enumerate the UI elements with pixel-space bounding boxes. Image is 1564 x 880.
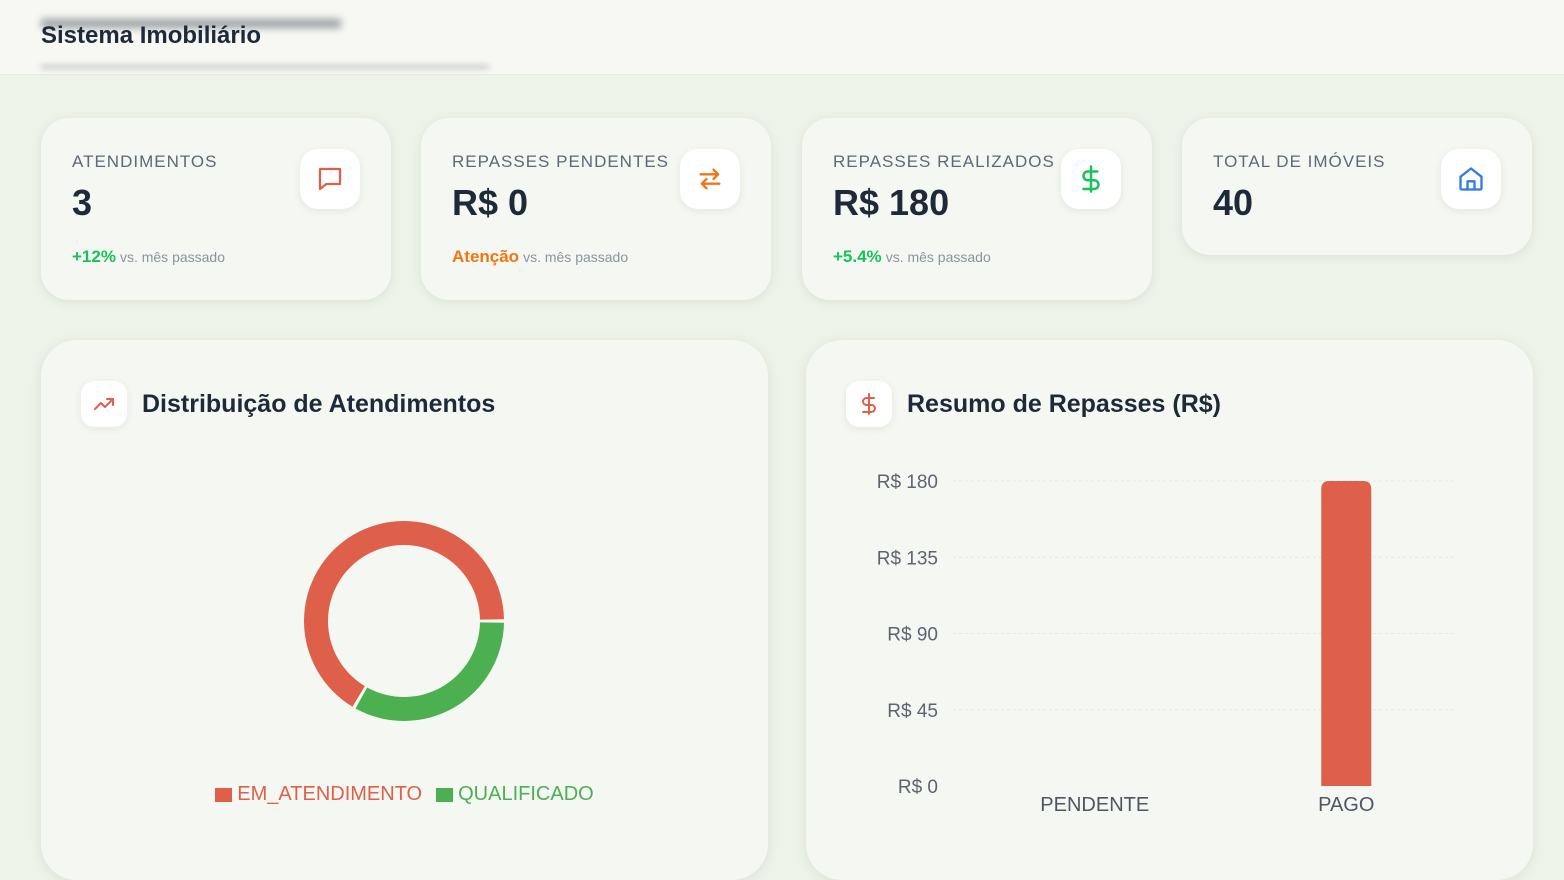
stat-card-atendimentos: ATENDIMENTOS 3 +12% vs. mês passado [41,118,391,300]
stat-value: R$ 0 [452,182,529,223]
stat-compare-text: vs. mês passado [885,249,991,265]
page-header: ▬▬▬▬▬▬▬▬▬▬ ▬▬▬▬▬▬▬▬▬▬▬▬▬▬▬▬▬▬▬▬▬▬▬▬▬▬▬▬▬… [0,0,1564,75]
stat-footnote: +5.4% vs. mês passado [833,247,991,267]
y-tick-label: R$ 135 [877,548,938,569]
page-title: Sistema Imobiliário [41,22,262,49]
stat-value: 3 [72,182,93,223]
stat-footnote: +12% vs. mês passado [72,247,225,267]
stat-label: REPASSES PENDENTES [452,152,670,171]
x-tick-label: PAGO [1318,794,1374,816]
stat-delta: +5.4% [833,247,882,266]
legend-label: QUALIFICADO [458,783,594,805]
stat-value: 40 [1213,182,1254,223]
stat-card-repasses-realizados: REPASSES REALIZADOS R$ 180 +5.4% vs. mês … [802,118,1152,300]
donut-slice-qualificado [355,622,504,721]
stat-compare-text: vs. mês passado [523,249,629,265]
transfer-arrows-icon [680,149,740,209]
legend-item[interactable]: QUALIFICADO [436,783,594,806]
stat-label: TOTAL DE IMÓVEIS [1213,152,1386,171]
repasses-panel: Resumo de Repasses (R$) R$ 0 R$ 45 R$ 90 R$… [806,340,1533,880]
bar-pago[interactable] [1321,481,1372,786]
dollar-icon [1061,149,1121,209]
legend-item[interactable]: EM_ATENDIMENTO [215,783,422,806]
legend-swatch [436,787,454,802]
stat-label: ATENDIMENTOS [72,152,218,171]
distribution-panel: Distribuição de Atendimentos EM_ATENDIME… [41,340,768,880]
stat-card-repasses-pendentes: REPASSES PENDENTES R$ 0 Atenção vs. mês p… [421,118,771,300]
chat-icon [300,149,360,209]
legend-label: EM_ATENDIMENTO [237,783,423,805]
home-icon [1441,149,1501,209]
y-tick-label: R$ 45 [887,701,938,722]
header-ghost-subtitle: ▬▬▬▬▬▬▬▬▬▬▬▬▬▬▬▬▬▬▬▬▬▬▬▬▬▬▬▬▬▬▬▬ [41,56,489,72]
bar-chart: R$ 0 R$ 45 R$ 90 R$ 135 R$ 180 PENDENTE PAGO [877,472,1456,816]
stat-card-total-imoveis: TOTAL DE IMÓVEIS 40 [1182,118,1532,255]
x-tick-label: PENDENTE [1040,794,1149,816]
stat-delta: Atenção [452,247,520,266]
stat-compare-text: vs. mês passado [119,249,226,265]
y-tick-label: R$ 90 [887,625,938,646]
stat-delta: +12% [72,247,116,266]
y-tick-label: R$ 180 [877,472,938,493]
chart-legend: EM_ATENDIMENTO QUALIFICADO [41,783,768,806]
legend-swatch [215,787,233,802]
y-tick-label: R$ 0 [898,777,938,798]
stat-footnote: Atenção vs. mês passado [452,247,628,267]
stat-value: R$ 180 [833,182,950,223]
stat-label: REPASSES REALIZADOS [833,152,1055,171]
